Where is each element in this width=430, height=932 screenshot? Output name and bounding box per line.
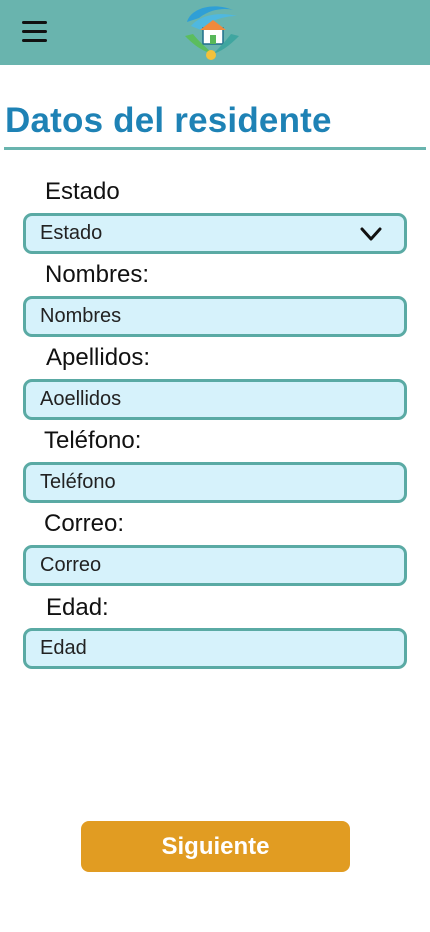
correo-input[interactable]: [40, 554, 404, 577]
edad-field-box: [23, 628, 407, 669]
telefono-label: Teléfono:: [44, 427, 142, 454]
correo-field-box: [23, 545, 407, 586]
estado-select-value: Estado: [40, 222, 103, 244]
title-divider: [4, 147, 426, 150]
estado-select[interactable]: Estado: [23, 213, 407, 254]
top-app-bar: [0, 0, 430, 65]
menu-line: [22, 21, 47, 24]
correo-label: Correo:: [44, 510, 125, 537]
menu-line: [22, 39, 47, 42]
nombres-input[interactable]: [40, 305, 404, 328]
hands-house-logo-icon: [185, 6, 239, 60]
estado-label: Estado: [45, 178, 120, 205]
edad-label: Edad:: [46, 594, 109, 621]
chevron-down-icon: [360, 227, 382, 241]
nombres-label: Nombres:: [45, 261, 150, 288]
nombres-field-box: [23, 296, 407, 337]
apellidos-input[interactable]: [40, 388, 404, 411]
menu-line: [22, 30, 47, 33]
telefono-input[interactable]: [40, 471, 404, 494]
page-title: Datos del residente: [5, 101, 332, 140]
apellidos-label: Apellidos:: [46, 344, 151, 371]
telefono-field-box: [23, 462, 407, 503]
apellidos-field-box: [23, 379, 407, 420]
hamburger-menu-icon[interactable]: [20, 20, 50, 44]
next-button[interactable]: Siguiente: [81, 821, 350, 872]
edad-input[interactable]: [40, 637, 404, 660]
